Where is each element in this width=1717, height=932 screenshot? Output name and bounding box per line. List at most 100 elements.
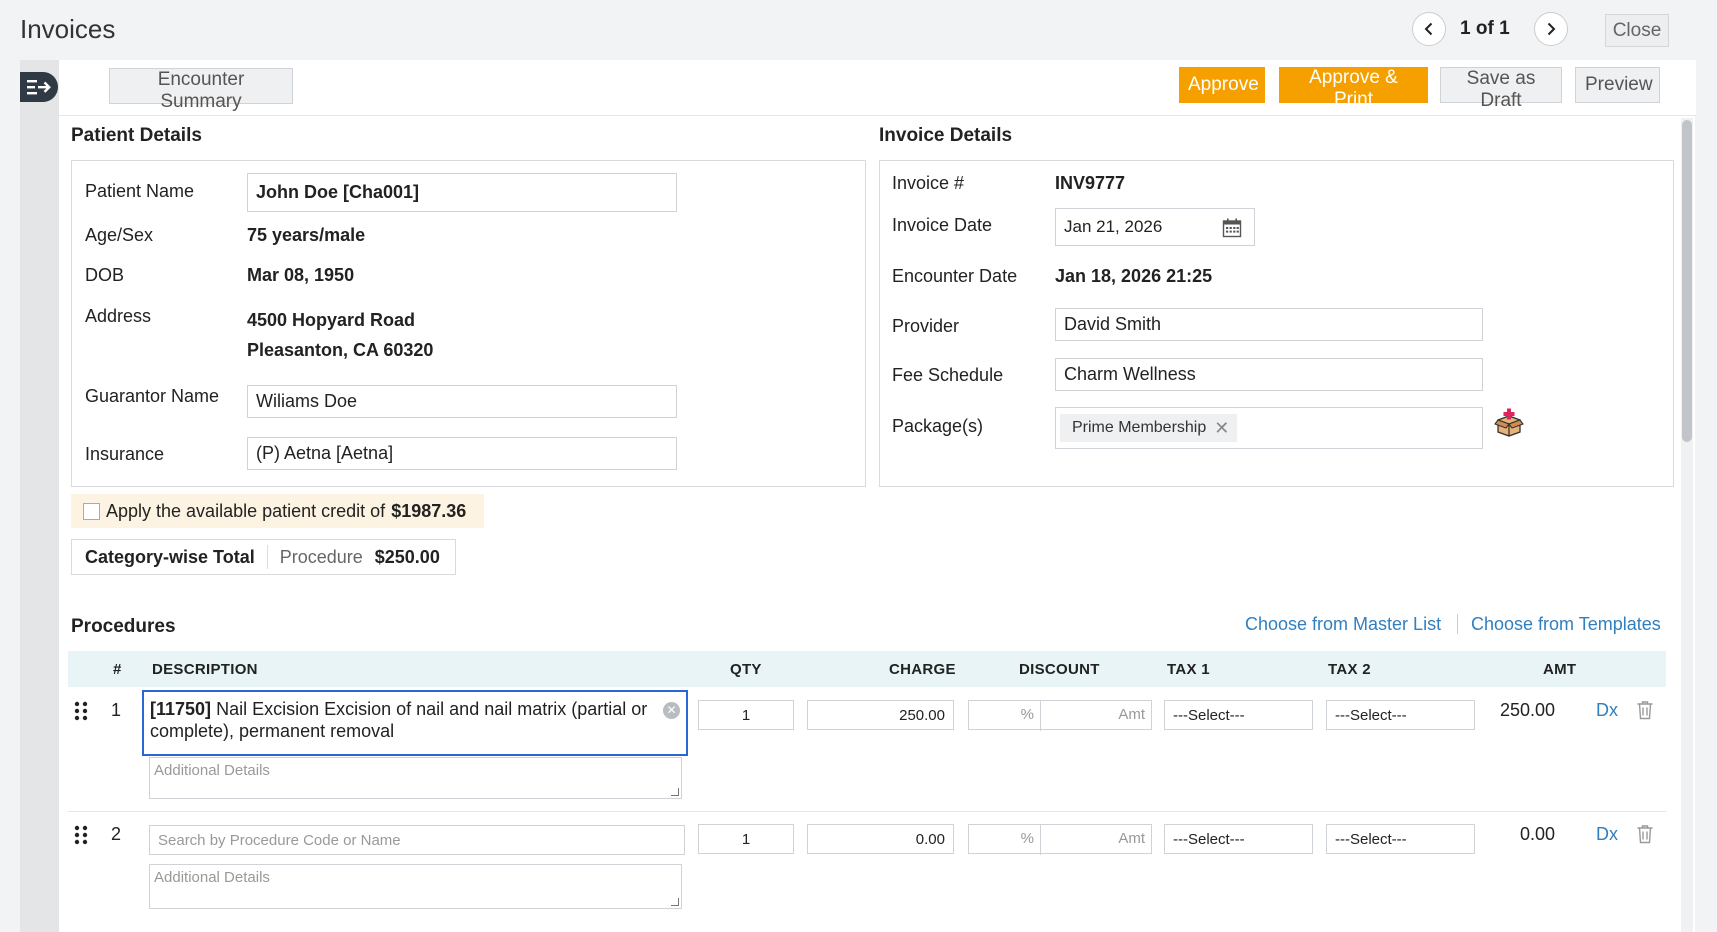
- category-total-bar: Category-wise Total Procedure $250.00: [71, 539, 456, 575]
- discount-amount[interactable]: Amt: [1041, 825, 1151, 855]
- address-line2: Pleasanton, CA 60320: [247, 340, 434, 360]
- encounter-date-value: Jan 18, 2026 21:25: [1055, 266, 1213, 286]
- dob-value: Mar 08, 1950: [247, 265, 355, 285]
- apply-credit-checkbox[interactable]: [83, 502, 100, 520]
- chevron-left-icon: [1424, 22, 1433, 36]
- prev-page-button[interactable]: [1412, 12, 1446, 46]
- choose-master-list-link[interactable]: Choose from Master List: [1245, 614, 1441, 635]
- provider-field[interactable]: David Smith: [1055, 308, 1483, 341]
- tax1-select[interactable]: ---Select---: [1164, 824, 1313, 854]
- package-add-icon[interactable]: [1494, 408, 1524, 438]
- tax2-select[interactable]: ---Select---: [1326, 824, 1475, 854]
- package-tag-label: Prime Membership: [1072, 419, 1207, 436]
- sidebar-toggle-button[interactable]: [20, 72, 58, 102]
- row-amount: 0.00: [1519, 824, 1555, 844]
- next-page-button[interactable]: [1534, 12, 1568, 46]
- scrollbar-thumb[interactable]: [1682, 120, 1692, 442]
- age-sex-label: Age/Sex: [85, 225, 154, 245]
- invoice-date-field[interactable]: Jan 21, 2026: [1055, 208, 1255, 246]
- pager-of: of: [1475, 18, 1494, 39]
- credit-amount: $1987.36: [391, 500, 467, 521]
- charge-field[interactable]: 250.00: [807, 700, 954, 730]
- credit-text: Apply the available patient credit of: [106, 500, 386, 521]
- additional-details-placeholder: Additional Details: [154, 762, 270, 779]
- save-draft-button[interactable]: Save as Draft: [1440, 67, 1562, 111]
- procedure-description-field[interactable]: [11750] Nail Excision Excision of nail a…: [142, 690, 688, 756]
- procedure-search-input[interactable]: Search by Procedure Code or Name: [149, 825, 685, 855]
- pager-current: 1: [1460, 18, 1471, 39]
- procedures-table-header: # DESCRIPTION QTY CHARGE DISCOUNT TAX 1 …: [68, 651, 1666, 687]
- invoice-date-label: Invoice Date: [892, 215, 993, 235]
- drag-handle-icon[interactable]: [74, 825, 88, 845]
- patient-name-field[interactable]: John Doe [Cha001]: [247, 173, 677, 212]
- patient-name-label: Patient Name: [85, 181, 195, 201]
- invoice-date-value: Jan 21, 2026: [1064, 217, 1163, 236]
- row-number: 1: [111, 700, 122, 720]
- provider-label: Provider: [892, 316, 960, 336]
- drag-handle-icon[interactable]: [74, 701, 88, 721]
- dx-link[interactable]: Dx: [1596, 824, 1618, 845]
- trash-icon[interactable]: [1636, 700, 1654, 720]
- row-amount: 250.00: [1499, 700, 1555, 720]
- clear-icon[interactable]: ✕: [663, 702, 680, 719]
- packages-label: Package(s): [892, 416, 984, 436]
- col-qty: QTY: [730, 661, 762, 678]
- patient-credit-bar: Apply the available patient credit of $1…: [71, 494, 484, 528]
- procedure-code: [11750]: [150, 699, 212, 719]
- col-num: #: [113, 661, 122, 678]
- insurance-field[interactable]: (P) Aetna [Aetna]: [247, 437, 677, 470]
- row-divider: [68, 811, 1666, 812]
- discount-percent[interactable]: %: [969, 825, 1041, 855]
- top-bar: Invoices 1 of 1 Close: [0, 0, 1717, 60]
- close-button[interactable]: Close: [1605, 14, 1669, 47]
- row-number: 2: [111, 824, 122, 844]
- category-total-label: Category-wise Total: [85, 546, 255, 567]
- approve-button[interactable]: Approve: [1179, 67, 1265, 103]
- packages-field[interactable]: Prime Membership ✕: [1055, 407, 1483, 449]
- dob-label: DOB: [85, 265, 125, 285]
- col-tax2: TAX 2: [1328, 661, 1371, 678]
- pager-total: 1: [1499, 18, 1510, 39]
- guarantor-field[interactable]: Wiliams Doe: [247, 385, 677, 418]
- calendar-icon[interactable]: [1222, 218, 1242, 238]
- resize-grip-icon[interactable]: [671, 898, 679, 906]
- col-discount: DISCOUNT: [1019, 661, 1100, 678]
- additional-details-field[interactable]: Additional Details: [149, 864, 682, 909]
- guarantor-label: Guarantor Name: [85, 386, 220, 406]
- link-divider: [1457, 614, 1458, 634]
- additional-details-field[interactable]: Additional Details: [149, 757, 682, 799]
- address-line1: 4500 Hopyard Road: [247, 310, 416, 330]
- chevron-right-icon: [1547, 22, 1556, 36]
- invoice-number-label: Invoice #: [892, 173, 965, 193]
- resize-grip-icon[interactable]: [671, 788, 679, 796]
- category-name: Procedure: [279, 546, 363, 567]
- discount-amount[interactable]: Amt: [1041, 701, 1151, 731]
- invoice-details-title: Invoice Details: [879, 125, 1013, 146]
- approve-print-button[interactable]: Approve & Print: [1279, 67, 1428, 110]
- additional-details-placeholder: Additional Details: [154, 869, 270, 886]
- invoice-number-value: INV9777: [1055, 173, 1126, 193]
- discount-field[interactable]: % Amt: [968, 824, 1152, 855]
- trash-icon[interactable]: [1636, 824, 1654, 844]
- discount-field[interactable]: % Amt: [968, 700, 1152, 731]
- choose-templates-link[interactable]: Choose from Templates: [1471, 614, 1661, 635]
- address-label: Address: [85, 306, 152, 326]
- encounter-summary-button[interactable]: Encounter Summary: [109, 68, 293, 112]
- col-charge: CHARGE: [889, 661, 956, 678]
- charge-field[interactable]: 0.00: [807, 824, 954, 854]
- discount-percent[interactable]: %: [969, 701, 1041, 731]
- expand-panel-icon: [27, 80, 51, 95]
- dx-link[interactable]: Dx: [1596, 700, 1618, 721]
- qty-field[interactable]: 1: [698, 824, 794, 854]
- col-amt: AMT: [1543, 661, 1577, 678]
- fee-schedule-field[interactable]: Charm Wellness: [1055, 358, 1483, 391]
- insurance-label: Insurance: [85, 444, 165, 464]
- qty-field[interactable]: 1: [698, 700, 794, 730]
- remove-tag-icon[interactable]: ✕: [1214, 418, 1229, 439]
- encounter-date-label: Encounter Date: [892, 266, 1018, 286]
- patient-details-title: Patient Details: [71, 125, 202, 146]
- tax1-select[interactable]: ---Select---: [1164, 700, 1313, 730]
- left-rail: [20, 60, 58, 932]
- tax2-select[interactable]: ---Select---: [1326, 700, 1475, 730]
- preview-button[interactable]: Preview: [1575, 67, 1660, 103]
